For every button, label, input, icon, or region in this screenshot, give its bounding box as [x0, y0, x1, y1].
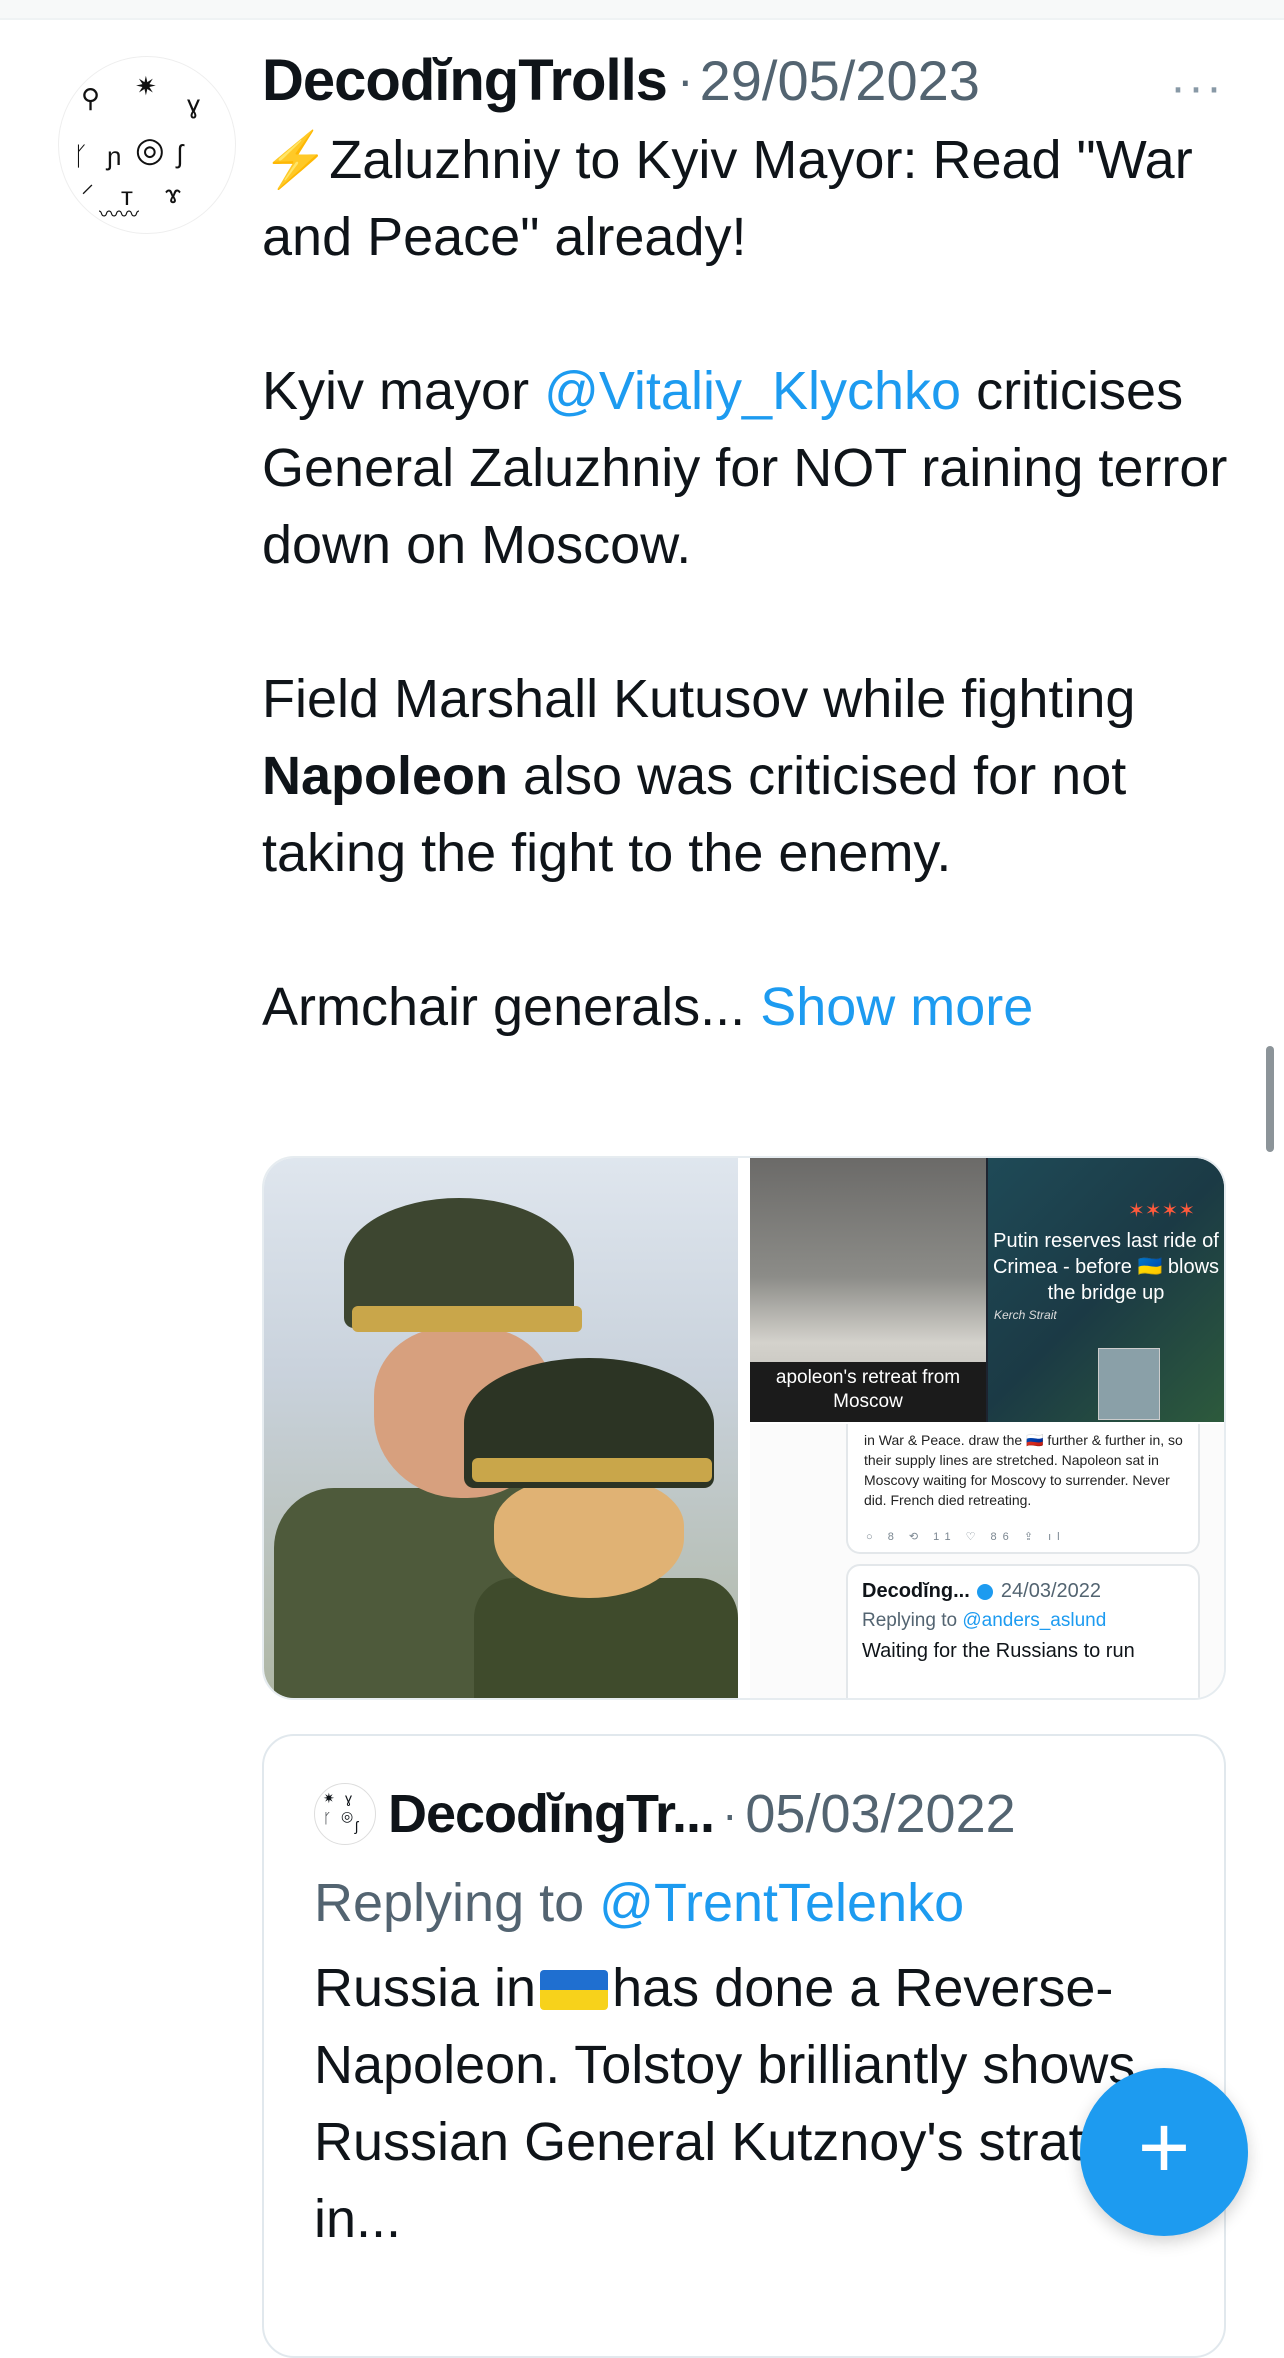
quoted-author-name: DecodĭngTr...: [388, 1784, 715, 1844]
quoted-reply-line: Replying to @TrentTelenko: [314, 1872, 964, 1934]
author-avatar[interactable]: ⚲ ✷ ɣ ᚴ ɲ ◎ ʃ ⸍ ᴛ ɤ 〰〰: [58, 56, 236, 234]
avatar-doodle: ᚴ: [73, 141, 89, 171]
avatar-doodle: ᚴ: [323, 1810, 332, 1826]
embedded-tweet-2-reply: Replying to @anders_aslund: [862, 1610, 1106, 1632]
avatar-doodle: ◎: [135, 131, 165, 169]
plus-icon: +: [1137, 2098, 1191, 2198]
media-screenshot[interactable]: in War & Peace. draw the 🇷🇺 further & fu…: [750, 1424, 1224, 1698]
quoted-author-avatar: ✷ ɣ ᚴ ◎ ʃ: [314, 1783, 376, 1845]
author-name[interactable]: DecodĭngTrolls: [262, 47, 668, 114]
mention-link[interactable]: @Vitaliy_Klychko: [544, 361, 961, 421]
p4-text: Armchair generals...: [262, 977, 761, 1037]
avatar-doodle: ʃ: [355, 1818, 359, 1834]
media-collage-top[interactable]: apoleon's retreat from Moscow ✶✶✶✶ Putin…: [750, 1158, 1224, 1422]
p3-bold: Napoleon: [262, 746, 509, 806]
avatar-doodle: 〰〰: [99, 204, 139, 226]
embedded-tweet-1: in War & Peace. draw the 🇷🇺 further & fu…: [846, 1424, 1200, 1554]
verified-icon: [977, 1583, 994, 1600]
reply-pre: Replying to: [314, 1873, 600, 1933]
tweet-paragraph-3: Field Marshall Kutusov while fighting Na…: [262, 661, 1242, 892]
embedded-reply-pre: Replying to: [862, 1610, 963, 1631]
quoted-tweet-header: ✷ ɣ ᚴ ◎ ʃ DecodĭngTr... · 05/03/2022: [314, 1780, 1016, 1848]
reply-mention-link[interactable]: @TrentTelenko: [599, 1873, 964, 1933]
ukraine-flag-icon: [540, 1970, 609, 2010]
tweet-text: ⚡Zaluzhniy to Kyiv Mayor: Read "War and …: [262, 122, 1242, 1046]
avatar-doodle: ɲ: [107, 141, 122, 171]
separator-dot: ·: [722, 1788, 738, 1840]
tweet-date[interactable]: 29/05/2023: [700, 48, 980, 113]
painting-caption: apoleon's retreat from Moscow: [750, 1362, 986, 1422]
tweet-paragraph-2: Kyiv mayor @Vitaliy_Klychko criticises G…: [262, 353, 1242, 584]
inset-photo: [1098, 1348, 1160, 1420]
embedded-tweet-2-name: Decodĭng...: [862, 1580, 970, 1602]
scrollbar-thumb[interactable]: [1266, 1046, 1274, 1152]
p2-pre: Kyiv mayor: [262, 361, 545, 421]
avatar-doodle: ɤ: [165, 179, 182, 209]
separator-dot: ·: [676, 52, 694, 108]
embedded-reply-mention: @anders_aslund: [962, 1610, 1107, 1631]
embedded-tweet-2: Decodĭng... 24/03/2022 Replying to @ande…: [846, 1564, 1200, 1698]
quoted-text: Russia in has done a Reverse-Napoleon. To…: [314, 1950, 1194, 2258]
more-icon[interactable]: ···: [1170, 60, 1224, 115]
compose-button[interactable]: +: [1080, 2068, 1248, 2236]
dog-face-shape: [494, 1478, 684, 1598]
avatar-doodle: ✷: [323, 1790, 335, 1806]
avatar-doodle: ✷: [135, 71, 157, 101]
avatar-doodle: ɣ: [187, 89, 201, 119]
embedded-tweet-2-header: Decodĭng... 24/03/2022: [862, 1580, 1101, 1603]
avatar-doodle: ʃ: [177, 139, 183, 169]
quoted-tweet[interactable]: ✷ ɣ ᚴ ◎ ʃ DecodĭngTr... · 05/03/2022 Rep…: [262, 1734, 1226, 2358]
map-caption: Putin reserves last ride of Crimea - bef…: [992, 1230, 1220, 1304]
tweet-header: DecodĭngTrolls · 29/05/2023: [262, 40, 980, 120]
tweet-line-1: ⚡Zaluzhniy to Kyiv Mayor: Read "War and …: [262, 122, 1242, 276]
cap-band: [352, 1306, 582, 1332]
embedded-tweet-2-date: 24/03/2022: [1000, 1580, 1102, 1602]
avatar-doodle: ɣ: [345, 1790, 353, 1806]
lightning-icon: ⚡: [262, 130, 330, 190]
dog-cap-band: [472, 1458, 712, 1482]
map-image: ✶✶✶✶ Putin reserves last ride of Crimea …: [988, 1158, 1224, 1422]
tweet-paragraph-4: Armchair generals... Show more: [262, 969, 1242, 1046]
show-more-link[interactable]: Show more: [760, 977, 1033, 1037]
avatar-doodle: ⚲: [81, 83, 101, 113]
quoted-text-pre: Russia in: [314, 1958, 537, 2018]
quoted-date: 05/03/2022: [745, 1784, 1016, 1844]
map-label: Kerch Strait: [994, 1308, 1057, 1322]
embedded-tweet-1-text: in War & Peace. draw the 🇷🇺 further & fu…: [864, 1432, 1183, 1508]
media-photo-generals[interactable]: [264, 1158, 738, 1698]
avatar-doodle: ⸍: [81, 179, 95, 209]
top-divider: [0, 0, 1284, 20]
media-grid: apoleon's retreat from Moscow ✶✶✶✶ Putin…: [262, 1156, 1226, 1700]
embedded-tweet-2-text: Waiting for the Russians to run: [862, 1640, 1135, 1662]
stars: ✶✶✶✶: [1128, 1200, 1196, 1222]
embedded-tweet-1-actions: ○ 8 ⟲ 11 ♡ 86 ⇪ ıl: [866, 1531, 1066, 1543]
p3-pre: Field Marshall Kutusov while fighting: [262, 669, 1136, 729]
painting-image: apoleon's retreat from Moscow: [750, 1158, 986, 1422]
avatar-doodle: ◎: [341, 1808, 354, 1824]
tweet-headline: Zaluzhniy to Kyiv Mayor: Read "War and P…: [262, 130, 1193, 267]
